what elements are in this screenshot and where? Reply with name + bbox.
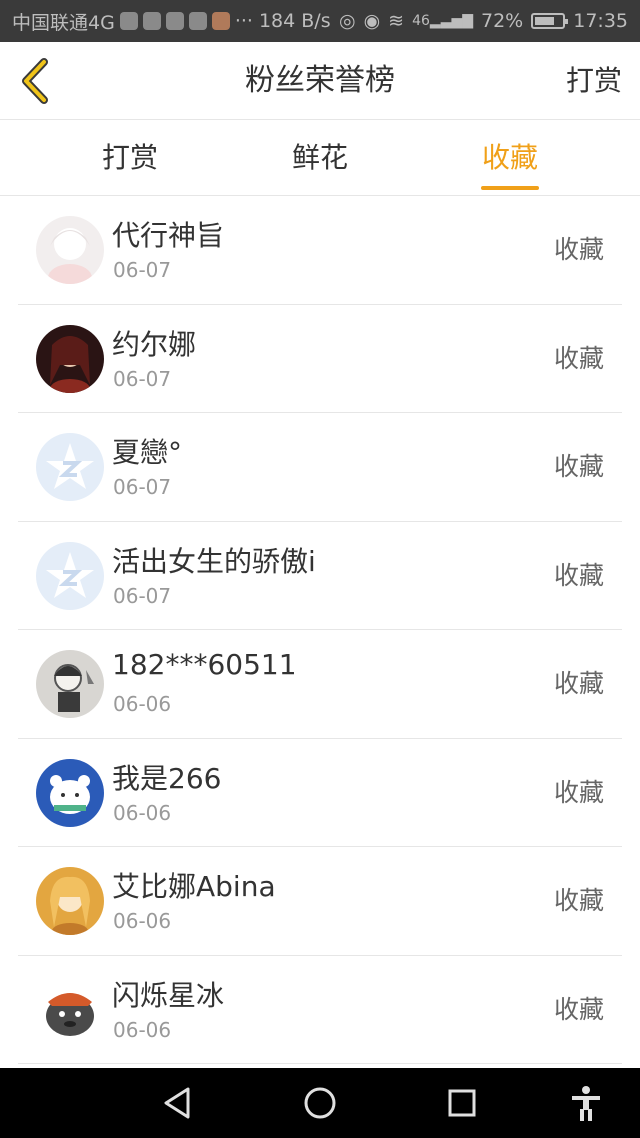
fan-date: 06-07 — [113, 475, 172, 499]
fan-action-label: 收藏 — [553, 669, 604, 698]
signal-icon: 46▂▃▅▇ — [412, 13, 473, 29]
video-app-icon — [211, 12, 230, 30]
fan-date: 06-06 — [113, 909, 172, 933]
avatar — [36, 324, 104, 393]
list-item[interactable]: 活出女生的骄傲i 06-07 收藏 — [0, 522, 640, 631]
carrier-label: 中国联通4G — [12, 11, 115, 34]
avatar — [36, 867, 104, 935]
alarm-icon: ◎ — [338, 10, 356, 32]
list-item[interactable]: 闪烁星冰 06-06 收藏 — [0, 956, 640, 1065]
fan-date: 06-06 — [113, 692, 172, 716]
app-notification-icon — [142, 12, 161, 30]
fan-action-label: 收藏 — [553, 235, 604, 264]
fan-action-label: 收藏 — [553, 994, 604, 1024]
list-item[interactable]: 我是266 06-06 收藏 — [0, 739, 640, 848]
fan-action-label: 收藏 — [553, 560, 604, 590]
accessibility-icon[interactable] — [561, 1078, 611, 1128]
fan-action-label: 收藏 — [553, 777, 604, 807]
wechat-icon — [188, 12, 207, 30]
fan-name: 182***60511 — [112, 648, 297, 681]
reward-button[interactable]: 打赏 — [566, 42, 622, 120]
fan-name: 活出女生的骄傲i — [112, 544, 316, 578]
fan-name: 约尔娜 — [112, 327, 197, 361]
recents-square-icon[interactable] — [437, 1078, 487, 1128]
fan-action-label: 收藏 — [553, 452, 604, 481]
fan-name: 夏戀° — [112, 436, 183, 469]
list-item[interactable]: 182***60511 06-06 收藏 — [0, 630, 640, 739]
app-notification-icon — [119, 12, 138, 30]
fan-date: 06-07 — [113, 583, 172, 608]
list-item[interactable]: 艾比娜Abina 06-06 收藏 — [0, 847, 640, 956]
fan-date: 06-06 — [113, 1017, 172, 1042]
app-notification-icon — [165, 12, 184, 30]
fan-date: 06-06 — [113, 800, 172, 825]
page-title: 粉丝荣誉榜 — [245, 63, 395, 98]
tab-bar: 打赏 鲜花 收藏 — [0, 120, 640, 196]
fan-name: 我是266 — [112, 761, 222, 795]
network-speed: ··· 184 B/s — [234, 10, 331, 32]
tab-flowers[interactable]: 鲜花 — [240, 120, 400, 196]
app-header: 粉丝荣誉榜 打赏 — [0, 42, 640, 120]
fan-date: 06-07 — [113, 366, 172, 391]
status-bar: 中国联通4G ··· 184 B/s ◎ ◉ ≋ 46▂▃▅▇ 72% 17:3… — [0, 0, 640, 42]
system-nav-bar — [0, 1068, 640, 1138]
battery-percent: 72% — [481, 10, 524, 32]
avatar — [36, 975, 104, 1044]
fan-name: 艾比娜Abina — [112, 870, 276, 903]
list-item[interactable]: 夏戀° 06-07 收藏 — [0, 413, 640, 522]
clock: 17:35 — [573, 10, 628, 32]
tab-favorites[interactable]: 收藏 — [430, 120, 590, 196]
avatar — [36, 541, 104, 610]
tab-reward[interactable]: 打赏 — [50, 120, 210, 196]
fan-action-label: 收藏 — [553, 886, 604, 915]
eye-icon: ◉ — [363, 10, 381, 32]
fan-action-label: 收藏 — [553, 343, 604, 373]
list-item[interactable]: 代行神旨 06-07 收藏 — [0, 196, 640, 305]
fan-list: 代行神旨 06-07 收藏 约尔娜 06-07 收藏 夏戀° 06-07 收藏 … — [0, 196, 640, 1064]
fan-name: 代行神旨 — [112, 219, 225, 252]
home-circle-icon[interactable] — [295, 1078, 345, 1128]
fan-name: 闪烁星冰 — [112, 978, 225, 1012]
avatar — [36, 216, 104, 284]
list-item[interactable]: 约尔娜 06-07 收藏 — [0, 305, 640, 414]
wifi-icon: ≋ — [388, 10, 405, 32]
avatar — [36, 433, 104, 501]
back-triangle-icon[interactable] — [153, 1078, 203, 1128]
fan-date: 06-07 — [113, 258, 172, 282]
avatar — [36, 650, 104, 718]
battery-icon — [531, 13, 569, 29]
avatar — [36, 758, 104, 827]
